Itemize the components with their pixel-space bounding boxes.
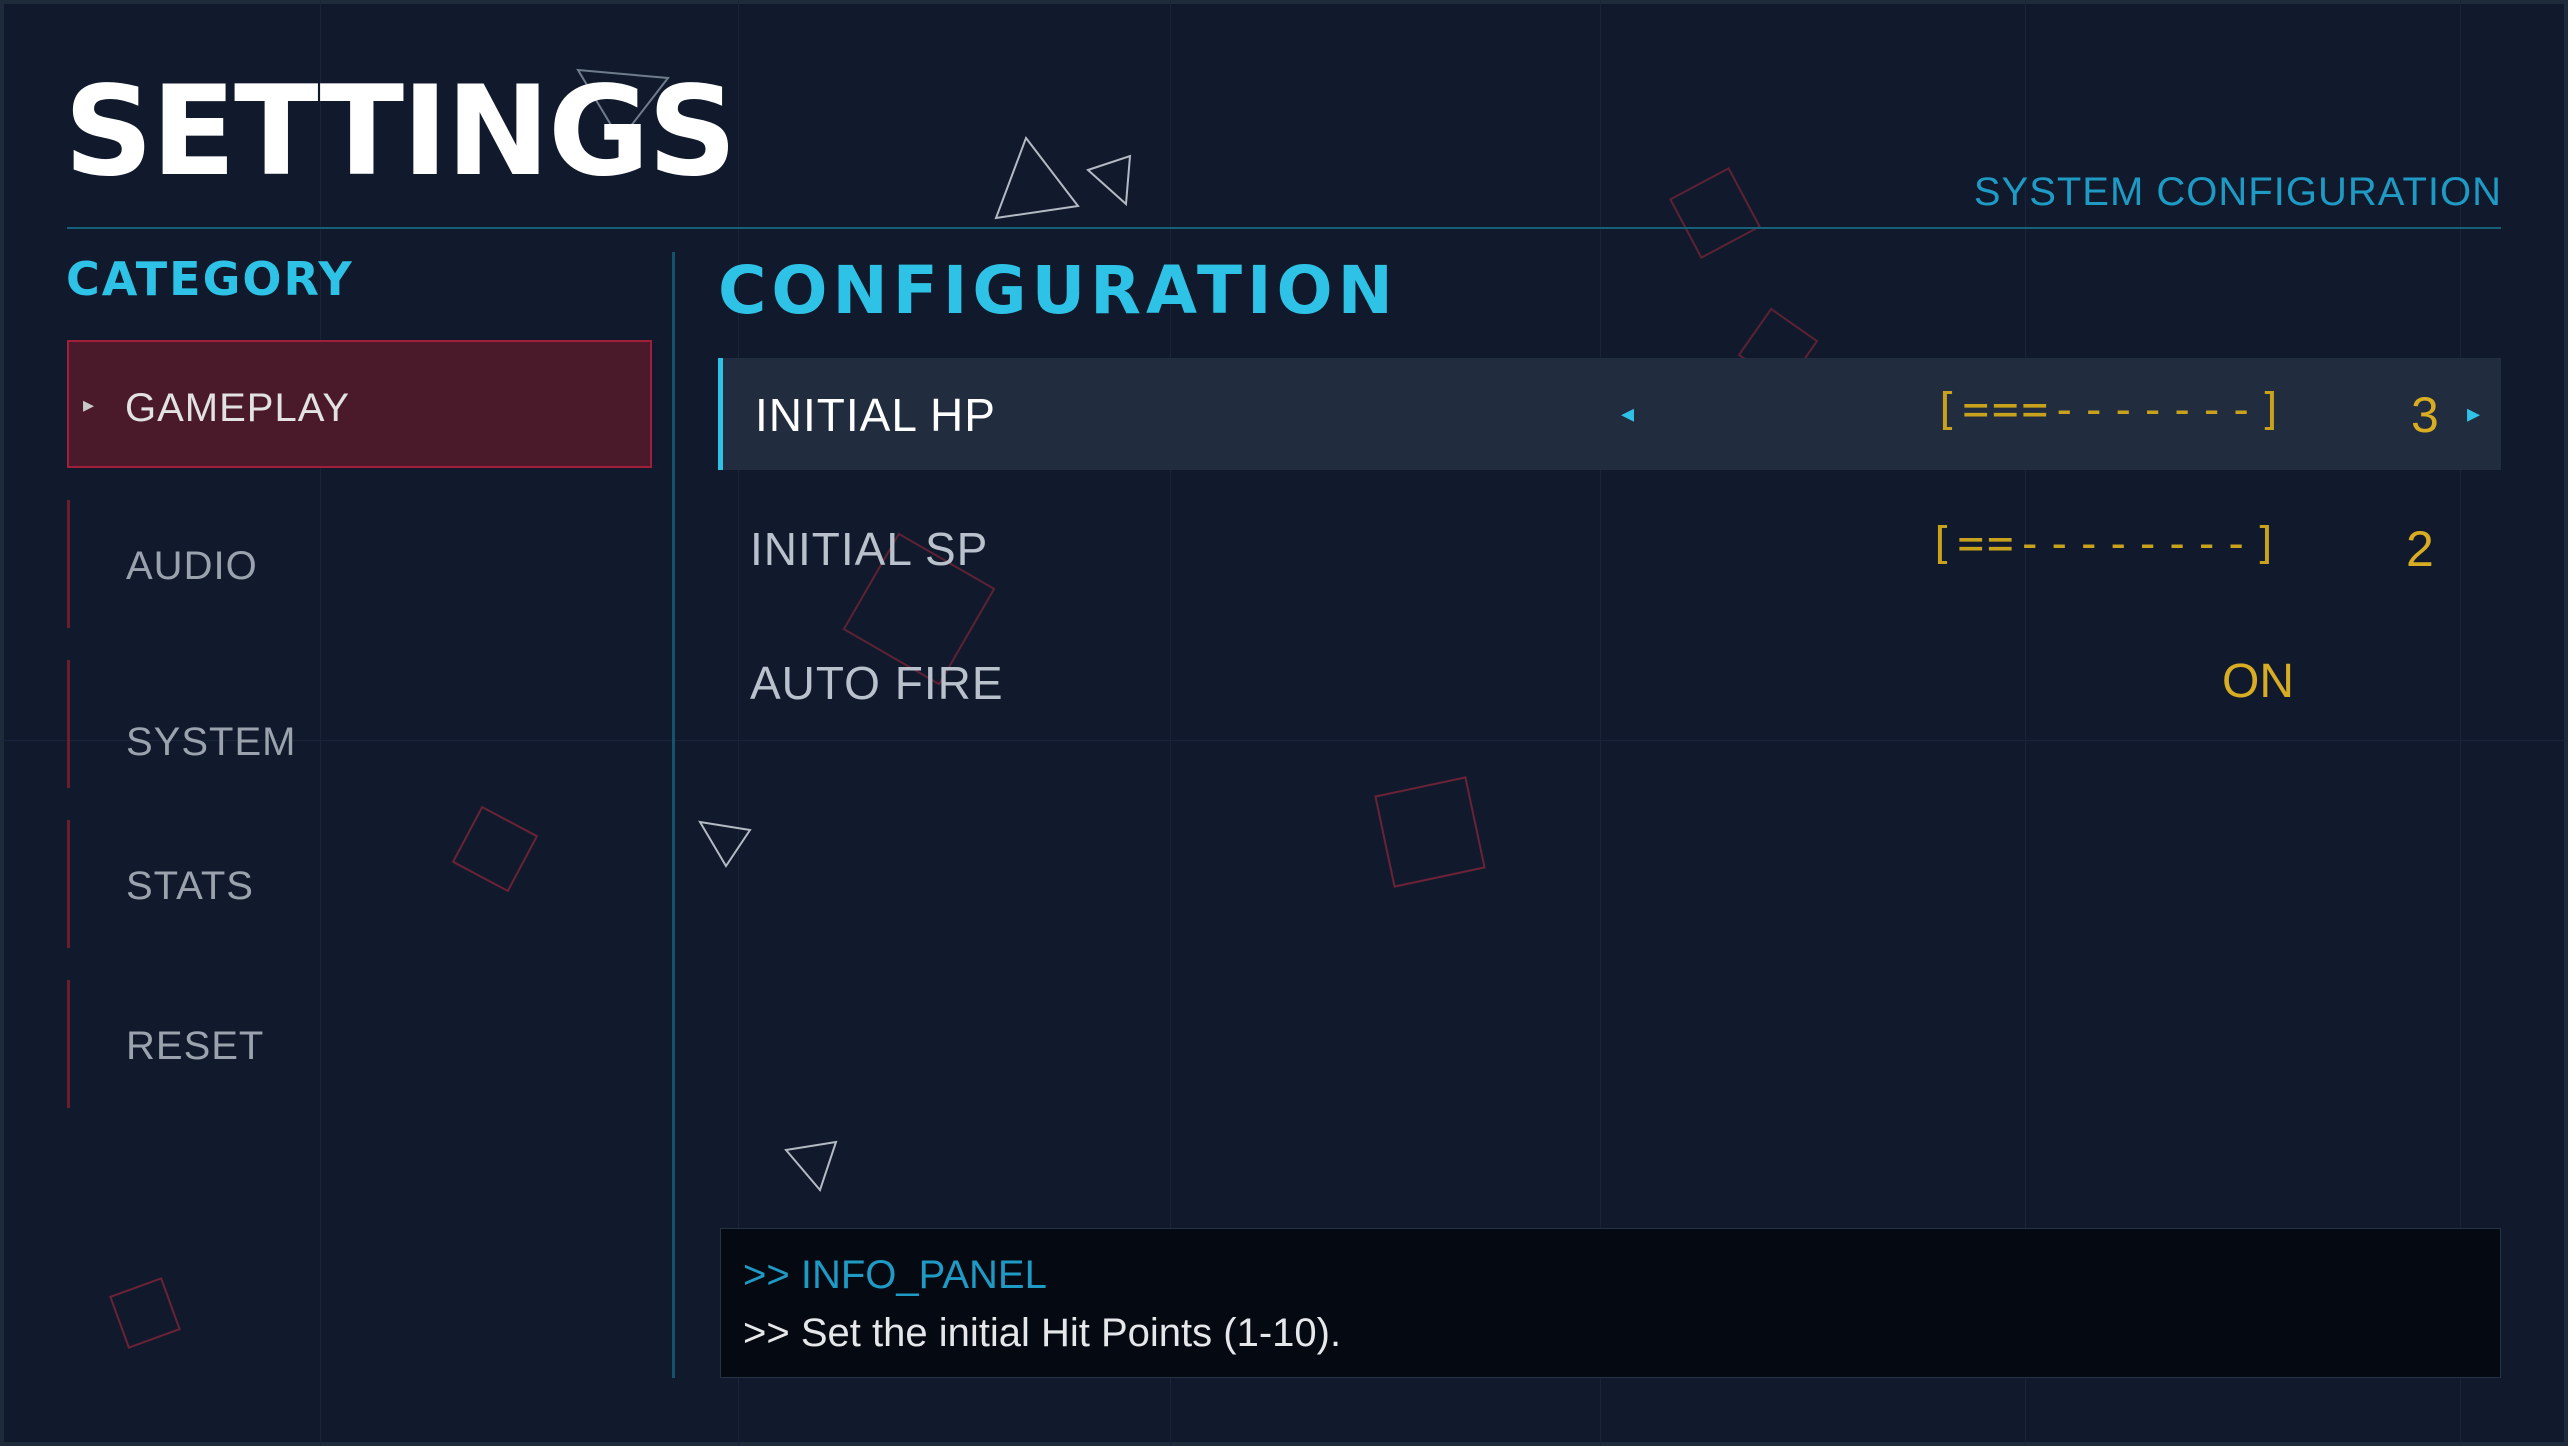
- page-subtitle: SYSTEM CONFIGURATION: [1973, 170, 2502, 214]
- category-label: RESET: [126, 1024, 265, 1068]
- triangle-outline: [784, 1140, 838, 1192]
- triangle-outline: [1086, 154, 1132, 207]
- setting-label: INITIAL HP: [755, 389, 996, 441]
- category-label: SYSTEM: [126, 720, 297, 764]
- sidebar-divider: [672, 252, 675, 1378]
- triangle-outline: [994, 135, 1080, 220]
- square-outline: [1374, 776, 1486, 888]
- header-divider: [67, 227, 2501, 229]
- sp-value: 2: [2406, 521, 2434, 577]
- category-item-reset[interactable]: RESET: [67, 980, 652, 1108]
- category-list: ▸ GAMEPLAY AUDIO SYSTEM STATS RESET: [67, 340, 652, 1140]
- category-item-system[interactable]: SYSTEM: [67, 660, 652, 788]
- category-item-stats[interactable]: STATS: [67, 820, 652, 948]
- info-panel-title: >> INFO_PANEL: [743, 1253, 1047, 1297]
- hp-value: 3: [2411, 387, 2439, 443]
- auto-fire-toggle[interactable]: ON: [2222, 654, 2294, 709]
- setting-row-initial-hp[interactable]: INITIAL HP ◂ [===-------] 3 ▸: [718, 358, 2501, 470]
- triangle-outline: [698, 820, 752, 868]
- category-item-gameplay[interactable]: ▸ GAMEPLAY: [67, 340, 652, 468]
- category-heading: CATEGORY: [66, 252, 354, 306]
- configuration-heading: CONFIGURATION: [718, 252, 1398, 329]
- info-panel-text: >> Set the initial Hit Points (1-10).: [743, 1311, 1342, 1355]
- square-outline: [109, 1277, 181, 1349]
- info-panel: >> INFO_PANEL >> Set the initial Hit Poi…: [720, 1228, 2501, 1378]
- setting-label: INITIAL SP: [750, 523, 989, 575]
- square-outline: [1669, 167, 1761, 259]
- increase-arrow-icon[interactable]: ▸: [2467, 398, 2480, 429]
- setting-row-auto-fire[interactable]: AUTO FIRE ON: [718, 626, 2501, 738]
- settings-list: INITIAL HP ◂ [===-------] 3 ▸ INITIAL SP…: [718, 358, 2501, 760]
- setting-label: AUTO FIRE: [750, 657, 1004, 709]
- category-item-audio[interactable]: AUDIO: [67, 500, 652, 628]
- setting-row-initial-sp[interactable]: INITIAL SP [==--------] 2: [718, 492, 2501, 604]
- page-title: SETTINGS: [64, 60, 737, 204]
- category-label: AUDIO: [126, 544, 258, 588]
- decrease-arrow-icon[interactable]: ◂: [1621, 398, 1634, 429]
- category-label: STATS: [126, 864, 254, 908]
- category-label: GAMEPLAY: [125, 386, 351, 430]
- sp-level-bar: [==--------]: [1928, 518, 2282, 569]
- selected-arrow-icon: ▸: [83, 392, 95, 417]
- hp-level-bar: [===-------]: [1933, 384, 2287, 435]
